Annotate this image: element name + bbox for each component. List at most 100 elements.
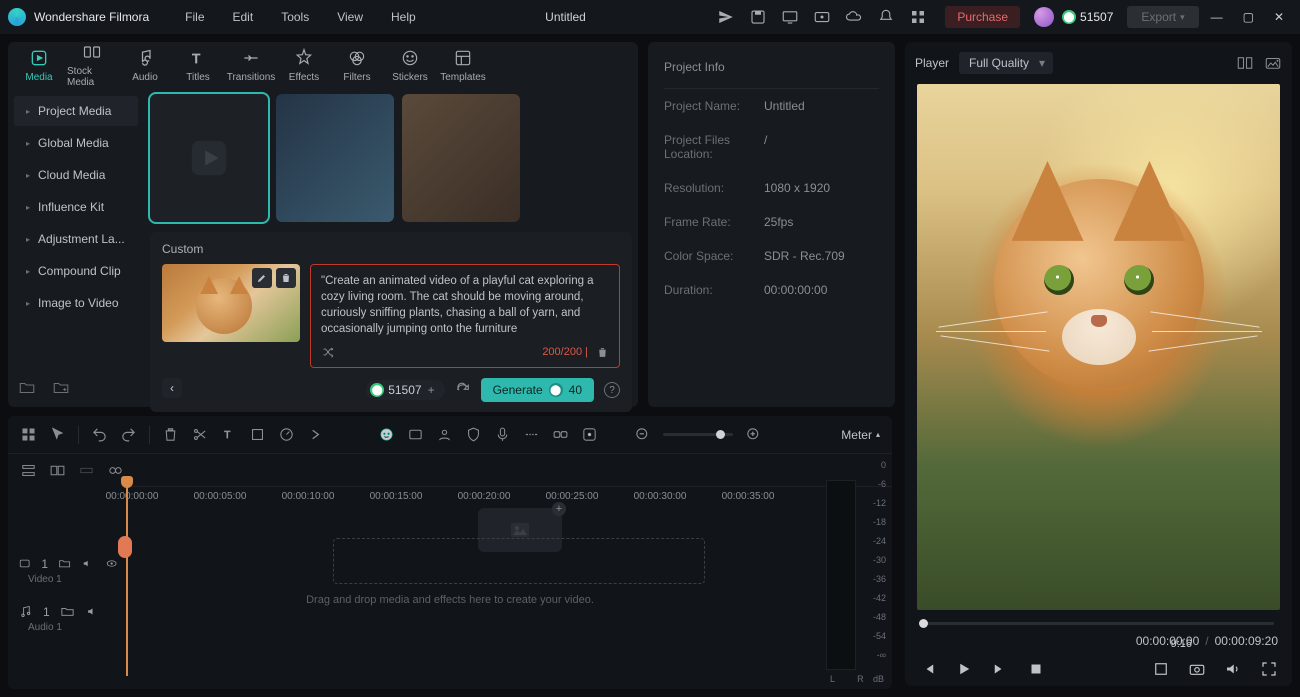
avatar[interactable] — [1034, 7, 1054, 27]
new-folder-icon[interactable] — [18, 379, 36, 397]
tab-effects[interactable]: Effects — [279, 42, 329, 88]
mute-icon[interactable] — [85, 604, 100, 619]
volume-icon[interactable] — [1224, 660, 1242, 678]
sidebar-item-compound-clip[interactable]: ▸Compound Clip — [14, 256, 138, 286]
tab-filters[interactable]: Filters — [332, 42, 382, 88]
media-thumb-1[interactable] — [150, 94, 268, 222]
magnet-icon[interactable] — [78, 462, 95, 479]
delete-icon[interactable] — [162, 426, 179, 443]
ai-portrait-icon[interactable] — [436, 426, 453, 443]
refresh-icon[interactable] — [455, 382, 471, 398]
more-icon[interactable] — [307, 426, 324, 443]
tab-transitions[interactable]: Transitions — [226, 42, 276, 88]
tab-templates[interactable]: Templates — [438, 42, 488, 88]
bell-icon[interactable] — [877, 8, 895, 26]
svg-text:T: T — [224, 430, 230, 441]
cursor-icon[interactable] — [49, 426, 66, 443]
menu-tools[interactable]: Tools — [269, 10, 321, 24]
record-icon[interactable] — [813, 8, 831, 26]
coin-icon: ⬤ — [1062, 10, 1076, 24]
quality-select[interactable]: Full Quality — [959, 52, 1053, 74]
undo-icon[interactable] — [91, 426, 108, 443]
mark-in-icon[interactable] — [1152, 660, 1170, 678]
mic-icon[interactable] — [494, 426, 511, 443]
apps-icon[interactable] — [909, 8, 927, 26]
purchase-button[interactable]: Purchase — [945, 6, 1020, 28]
sidebar-item-adjustment-layer[interactable]: ▸Adjustment La... — [14, 224, 138, 254]
playhead[interactable] — [126, 476, 128, 676]
sidebar-item-project-media[interactable]: ▸Project Media — [14, 96, 138, 126]
menu-file[interactable]: File — [173, 10, 216, 24]
snapshot-icon[interactable] — [1264, 54, 1282, 72]
new-bin-icon[interactable] — [52, 379, 70, 397]
speed-icon[interactable] — [278, 426, 295, 443]
mute-icon[interactable] — [81, 556, 94, 571]
save-icon[interactable] — [749, 8, 767, 26]
export-button[interactable]: Export▾ — [1127, 6, 1198, 28]
media-thumb-2[interactable] — [276, 94, 394, 222]
media-panel: Media Stock Media Audio TTitles Transiti… — [8, 42, 638, 407]
sidebar-item-cloud-media[interactable]: ▸Cloud Media — [14, 160, 138, 190]
window-close[interactable]: ✕ — [1266, 10, 1292, 24]
visibility-icon[interactable] — [105, 556, 118, 571]
preview-scrubber[interactable] — [917, 618, 1280, 630]
tab-stickers[interactable]: Stickers — [385, 42, 435, 88]
send-icon[interactable] — [717, 8, 735, 26]
link-icon[interactable] — [552, 426, 569, 443]
tab-media[interactable]: Media — [14, 42, 64, 88]
help-icon[interactable]: ? — [604, 382, 620, 398]
menu-edit[interactable]: Edit — [221, 10, 266, 24]
crop-icon[interactable] — [249, 426, 266, 443]
redo-icon[interactable] — [120, 426, 137, 443]
collapse-sidebar-button[interactable]: ‹ — [162, 378, 182, 398]
folder-icon[interactable] — [58, 556, 71, 571]
text-icon[interactable]: T — [220, 426, 237, 443]
sidebar-item-global-media[interactable]: ▸Global Media — [14, 128, 138, 158]
playhead-handle[interactable] — [118, 536, 132, 558]
zoom-in-icon[interactable] — [745, 426, 762, 443]
delete-image-button[interactable] — [276, 268, 296, 288]
sidebar-item-influence-kit[interactable]: ▸Influence Kit — [14, 192, 138, 222]
ai-cut-icon[interactable] — [407, 426, 424, 443]
timeline-dropzone[interactable] — [333, 538, 705, 584]
shuffle-icon[interactable] — [321, 345, 335, 359]
stop-icon[interactable] — [1027, 660, 1045, 678]
tab-audio[interactable]: Audio — [120, 42, 170, 88]
zoom-slider[interactable] — [663, 433, 733, 436]
tab-titles[interactable]: TTitles — [173, 42, 223, 88]
compare-icon[interactable] — [1236, 54, 1254, 72]
audio-sync-icon[interactable] — [523, 426, 540, 443]
prev-frame-icon[interactable] — [919, 660, 937, 678]
sidebar-item-image-to-video[interactable]: ▸Image to Video — [14, 288, 138, 318]
tab-stock-media[interactable]: Stock Media — [67, 42, 117, 88]
clear-prompt-icon[interactable] — [596, 346, 609, 359]
track-options-icon[interactable] — [20, 462, 37, 479]
app-name: Wondershare Filmora — [34, 10, 149, 24]
screen-icon[interactable] — [781, 8, 799, 26]
folder-icon[interactable] — [60, 604, 75, 619]
window-maximize[interactable]: ▢ — [1235, 10, 1262, 24]
camera-icon[interactable] — [1188, 660, 1206, 678]
shield-icon[interactable] — [465, 426, 482, 443]
generate-button[interactable]: Generate⬤40 — [481, 378, 594, 402]
marker-icon[interactable] — [49, 462, 66, 479]
grid-icon[interactable] — [20, 426, 37, 443]
preview-viewport[interactable] — [917, 84, 1280, 610]
menu-view[interactable]: View — [325, 10, 375, 24]
fullscreen-icon[interactable] — [1260, 660, 1278, 678]
zoom-out-icon[interactable] — [634, 426, 651, 443]
split-icon[interactable] — [191, 426, 208, 443]
meter-toggle[interactable]: Meter▴ — [841, 428, 880, 442]
credits-pill[interactable]: ⬤51507 — [1062, 10, 1113, 24]
menu-help[interactable]: Help — [379, 10, 428, 24]
media-thumb-3[interactable] — [402, 94, 520, 222]
next-frame-icon[interactable] — [991, 660, 1009, 678]
keyframe-icon[interactable] — [581, 426, 598, 443]
prompt-textarea[interactable]: "Create an animated video of a playful c… — [310, 264, 620, 368]
window-minimize[interactable]: — — [1203, 10, 1231, 24]
edit-image-button[interactable] — [252, 268, 272, 288]
ai-icon[interactable] — [378, 426, 395, 443]
cloud-icon[interactable] — [845, 8, 863, 26]
reference-image[interactable] — [162, 264, 300, 342]
play-icon[interactable] — [955, 660, 973, 678]
